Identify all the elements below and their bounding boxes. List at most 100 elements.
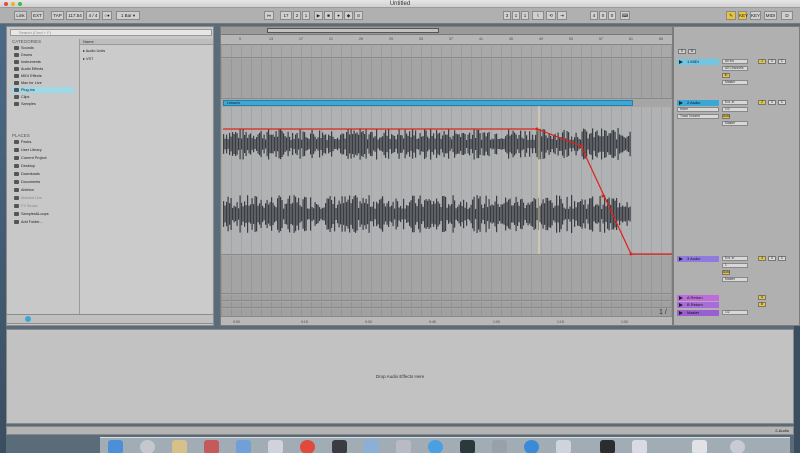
category-sounds[interactable]: Sounds [12,45,74,51]
list-item-vst[interactable]: ▸ VST [83,56,93,61]
punch-in-button[interactable]: ⇥ [557,11,567,20]
track-header-2-audio[interactable]: 2 Audio [677,100,719,106]
master-lane[interactable] [221,309,672,316]
session-record-button[interactable]: ⊙ [354,11,363,20]
place-ableton[interactable]: Ableton [12,187,74,193]
monitor-auto-button[interactable]: Auto [722,270,730,275]
mail-icon[interactable] [364,440,379,453]
position-beat-field[interactable]: 2 [293,11,301,20]
place-current-project[interactable]: Current Project [12,155,74,161]
loop-brace-lane[interactable] [221,46,672,58]
automation-device-chooser[interactable]: Mixer [677,107,719,112]
stop-button[interactable]: ■ [324,11,333,20]
track-pan-field[interactable]: C [778,256,786,261]
play-button[interactable]: ▶ [314,11,323,20]
position-sixteenth-field[interactable]: 1 [302,11,310,20]
add-folder-button[interactable]: Add Folder... [12,219,74,225]
loop-length-beat-field[interactable]: 0 [599,11,607,20]
audio-to-output[interactable]: Master [722,121,748,126]
track-activator-button[interactable]: 1 [758,59,766,64]
record-button[interactable]: ● [334,11,343,20]
link-button[interactable]: Link [14,11,27,20]
track-lane-3-audio[interactable] [221,256,672,294]
track-volume-field[interactable]: 0 [768,256,776,261]
contacts-icon[interactable] [236,440,251,453]
loop-start-beat-field[interactable]: 1 [512,11,520,20]
preview-icon[interactable] [268,440,283,453]
category-max-for-live[interactable]: Max for Live [12,80,74,86]
audio-to-output[interactable]: Master [722,277,748,282]
return-b-activator-button[interactable]: B [758,302,766,307]
terminal-icon[interactable] [460,440,475,453]
automation-parameter-chooser[interactable]: Track Volume [677,114,719,119]
master-output-chooser[interactable]: 1/2 [722,310,748,315]
midi-from-input[interactable]: All Ins [722,59,748,64]
track-activator-button[interactable]: 2 [758,100,766,105]
loop-start-bar-field[interactable]: 3 [503,11,511,20]
place-documents[interactable]: Documents [12,179,74,185]
return-track-b[interactable]: B Return [677,302,719,308]
midi-channel-input[interactable]: All Channels [722,66,748,71]
overview-zoom-window[interactable] [267,28,439,33]
time-ruler[interactable]: 0:00 0:15 0:30 0:45 1:00 1:15 1:30 [221,316,672,325]
category-audio-effects[interactable]: Audio Effects [12,66,74,72]
arrangement-overview[interactable] [221,27,672,35]
system-preferences-icon[interactable] [492,440,507,453]
track-header-1-midi[interactable]: 1 MIDI [677,59,719,65]
place-downloads[interactable]: Downloads [12,171,74,177]
audio-channel-input[interactable]: 1 [722,263,748,268]
audio-from-input[interactable]: Ext. In [722,100,748,105]
preview-toggle-icon[interactable] [25,316,31,322]
category-samples[interactable]: Samples [12,101,74,107]
loop-length-bar-field[interactable]: 4 [590,11,598,20]
return-lane-b[interactable] [221,302,672,308]
name-column-header[interactable]: Name [80,39,213,45]
document-icon[interactable] [632,440,647,453]
place-samples-loops[interactable]: Samples&Loops [12,211,74,217]
audio-channel-input[interactable]: 1/2 [722,107,748,112]
follow-button[interactable]: ↦ [264,11,274,20]
master-track[interactable]: Master [677,310,719,316]
monitor-in-button[interactable]: In [722,73,730,78]
place-desktop[interactable]: Desktop [12,163,74,169]
track-activator-button[interactable]: 3 [758,256,766,261]
downloads-stack-icon[interactable] [692,440,707,453]
audio-from-input[interactable]: Ext. In [722,256,748,261]
music-icon[interactable] [300,440,315,453]
loop-start-sixteenth-field[interactable]: 1 [521,11,529,20]
place-user-library[interactable]: User Library [12,147,74,153]
automation-breakpoint[interactable] [601,194,605,198]
screen-recorder-icon[interactable] [600,440,615,453]
device-view[interactable]: Drop Audio Effects Here [6,329,794,424]
tap-tempo-button[interactable]: TAP [51,11,64,20]
trash-icon[interactable] [730,440,745,453]
category-midi-effects[interactable]: MIDI Effects [12,73,74,79]
return-a-activator-button[interactable]: A [758,295,766,300]
place-fx-studio[interactable]: FX Studio [12,203,74,209]
automation-breakpoint[interactable] [535,127,539,131]
category-clips[interactable]: Clips [12,94,74,100]
track-volume-field[interactable]: 0 [768,100,776,105]
return-track-a[interactable]: A Return [677,295,719,301]
draw-pencil-button[interactable]: ✎ [726,11,736,20]
track-pan-field[interactable]: C [778,100,786,105]
track-volume-field[interactable]: 0 [768,59,776,64]
app-store-icon[interactable] [524,440,539,453]
browser-search-input[interactable]: Search (Cmd + F) [10,29,212,36]
time-signature-field[interactable]: 4 / 4 [86,11,100,20]
metronome-button[interactable]: ○● [102,11,112,20]
launchpad-icon[interactable] [140,440,155,453]
midi-to-output[interactable]: Master [722,80,748,85]
list-item-audio-units[interactable]: ▸ Audio Units [83,48,105,53]
category-instruments[interactable]: Instruments [12,59,74,65]
safari-icon[interactable] [428,440,443,453]
calendar-icon[interactable] [204,440,219,453]
key-map-button[interactable]: KEY [738,11,748,20]
draw-mode-button[interactable]: ⌇ [532,11,544,20]
track-pan-field[interactable]: C [778,59,786,64]
automation-breakpoint[interactable] [579,144,583,148]
monitor-auto-button[interactable]: Auto [722,114,730,119]
ext-sync-button[interactable]: EXT [31,11,44,20]
finder-icon[interactable] [108,440,123,453]
place-ableton-live[interactable]: Ableton Live [12,195,74,201]
